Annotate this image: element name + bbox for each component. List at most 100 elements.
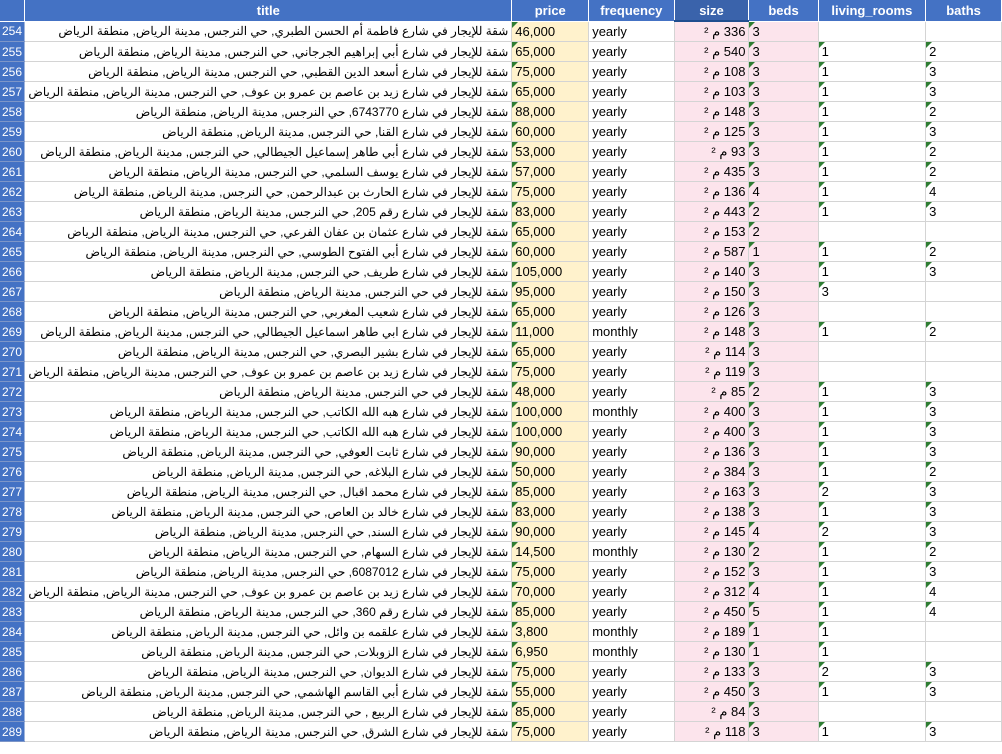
price-cell[interactable]: 53,000: [511, 141, 590, 162]
frequency-cell[interactable]: yearly: [588, 501, 675, 522]
frequency-cell[interactable]: yearly: [588, 301, 675, 322]
living-rooms-cell[interactable]: 2: [818, 661, 927, 682]
row-number-cell[interactable]: 267: [0, 281, 26, 302]
title-cell[interactable]: شقة للإيجار في شارع 6087012, حي النرجس, …: [24, 561, 513, 582]
beds-cell[interactable]: 3: [748, 161, 819, 182]
price-cell[interactable]: 65,000: [511, 301, 590, 322]
beds-cell[interactable]: 3: [748, 561, 819, 582]
baths-cell[interactable]: 3: [925, 661, 1002, 682]
size-cell[interactable]: 108 م ²: [674, 61, 750, 82]
price-cell[interactable]: 48,000: [511, 381, 590, 402]
price-cell[interactable]: 83,000: [511, 501, 590, 522]
baths-cell[interactable]: 3: [925, 681, 1002, 702]
beds-cell[interactable]: 1: [748, 641, 819, 662]
beds-cell[interactable]: 3: [748, 141, 819, 162]
title-cell[interactable]: شقة للإيجار في شارع بشير البصري, حي النر…: [24, 341, 513, 362]
size-cell[interactable]: 118 م ²: [674, 721, 750, 742]
beds-cell[interactable]: 3: [748, 481, 819, 502]
living-rooms-cell[interactable]: [818, 21, 927, 42]
row-number-cell[interactable]: 282: [0, 581, 26, 602]
price-cell[interactable]: 88,000: [511, 101, 590, 122]
beds-cell[interactable]: 1: [748, 621, 819, 642]
title-cell[interactable]: شقة للإيجار في شارع هبه الله الكاتب, حي …: [24, 421, 513, 442]
size-cell[interactable]: 148 م ²: [674, 321, 750, 342]
living-rooms-cell[interactable]: 1: [818, 61, 927, 82]
baths-cell[interactable]: [925, 621, 1002, 642]
price-cell[interactable]: 65,000: [511, 341, 590, 362]
living-rooms-cell[interactable]: 1: [818, 121, 927, 142]
size-cell[interactable]: 140 م ²: [674, 261, 750, 282]
beds-cell[interactable]: 3: [748, 341, 819, 362]
baths-cell[interactable]: [925, 221, 1002, 242]
beds-cell[interactable]: 1: [748, 241, 819, 262]
title-cell[interactable]: شقة للإيجار في حي النرجس, مدينة الرياض, …: [24, 281, 513, 302]
column-header-living-rooms[interactable]: living_rooms: [818, 0, 927, 22]
row-number-cell[interactable]: 287: [0, 681, 26, 702]
row-number-cell[interactable]: 260: [0, 141, 26, 162]
column-header-baths[interactable]: baths: [925, 0, 1002, 22]
row-number-cell[interactable]: 265: [0, 241, 26, 262]
row-number-cell[interactable]: 269: [0, 321, 26, 342]
beds-cell[interactable]: 4: [748, 521, 819, 542]
row-number-cell[interactable]: 284: [0, 621, 26, 642]
size-cell[interactable]: 136 م ²: [674, 441, 750, 462]
living-rooms-cell[interactable]: 1: [818, 541, 927, 562]
size-cell[interactable]: 450 م ²: [674, 681, 750, 702]
price-cell[interactable]: 90,000: [511, 521, 590, 542]
title-cell[interactable]: شقة للإيجار في شارع أبي طاهر إسماعيل الج…: [24, 141, 513, 162]
price-cell[interactable]: 75,000: [511, 561, 590, 582]
baths-cell[interactable]: [925, 361, 1002, 382]
price-cell[interactable]: 75,000: [511, 181, 590, 202]
living-rooms-cell[interactable]: 1: [818, 81, 927, 102]
baths-cell[interactable]: 3: [925, 381, 1002, 402]
price-cell[interactable]: 85,000: [511, 601, 590, 622]
row-number-cell[interactable]: 275: [0, 441, 26, 462]
row-number-cell[interactable]: 257: [0, 81, 26, 102]
price-cell[interactable]: 95,000: [511, 281, 590, 302]
frequency-cell[interactable]: yearly: [588, 81, 675, 102]
title-cell[interactable]: شقة للإيجار في حي النرجس, مدينة الرياض, …: [24, 381, 513, 402]
beds-cell[interactable]: 3: [748, 401, 819, 422]
living-rooms-cell[interactable]: 1: [818, 721, 927, 742]
size-cell[interactable]: 84 م ²: [674, 701, 750, 722]
size-cell[interactable]: 145 م ²: [674, 521, 750, 542]
living-rooms-cell[interactable]: 1: [818, 681, 927, 702]
title-cell[interactable]: شقة للإيجار في شارع زيد بن عاصم بن عمرو …: [24, 581, 513, 602]
frequency-cell[interactable]: yearly: [588, 701, 675, 722]
baths-cell[interactable]: 2: [925, 41, 1002, 62]
size-cell[interactable]: 587 م ²: [674, 241, 750, 262]
size-cell[interactable]: 312 م ²: [674, 581, 750, 602]
living-rooms-cell[interactable]: 1: [818, 161, 927, 182]
title-cell[interactable]: شقة للإيجار في شارع طريف, حي النرجس, مدي…: [24, 261, 513, 282]
row-number-cell[interactable]: 277: [0, 481, 26, 502]
title-cell[interactable]: شقة للإيجار في شارع البلاغه, حي النرجس, …: [24, 461, 513, 482]
price-cell[interactable]: 50,000: [511, 461, 590, 482]
frequency-cell[interactable]: monthly: [588, 321, 675, 342]
size-cell[interactable]: 384 م ²: [674, 461, 750, 482]
baths-cell[interactable]: 3: [925, 401, 1002, 422]
beds-cell[interactable]: 3: [748, 41, 819, 62]
size-cell[interactable]: 435 م ²: [674, 161, 750, 182]
frequency-cell[interactable]: yearly: [588, 461, 675, 482]
living-rooms-cell[interactable]: 1: [818, 141, 927, 162]
frequency-cell[interactable]: yearly: [588, 201, 675, 222]
frequency-cell[interactable]: yearly: [588, 581, 675, 602]
frequency-cell[interactable]: yearly: [588, 681, 675, 702]
title-cell[interactable]: شقة للإيجار في شارع عثمان بن عفان الفرعي…: [24, 221, 513, 242]
title-cell[interactable]: شقة للإيجار في شارع الربيع , حي النرجس, …: [24, 701, 513, 722]
price-cell[interactable]: 85,000: [511, 481, 590, 502]
beds-cell[interactable]: 4: [748, 581, 819, 602]
title-cell[interactable]: شقة للإيجار في شارع القنا, حي النرجس, مد…: [24, 121, 513, 142]
size-cell[interactable]: 125 م ²: [674, 121, 750, 142]
living-rooms-cell[interactable]: 1: [818, 641, 927, 662]
size-cell[interactable]: 138 م ²: [674, 501, 750, 522]
price-cell[interactable]: 105,000: [511, 261, 590, 282]
frequency-cell[interactable]: yearly: [588, 381, 675, 402]
row-number-cell[interactable]: 276: [0, 461, 26, 482]
beds-cell[interactable]: 2: [748, 541, 819, 562]
living-rooms-cell[interactable]: 3: [818, 281, 927, 302]
frequency-cell[interactable]: yearly: [588, 561, 675, 582]
baths-cell[interactable]: 2: [925, 101, 1002, 122]
title-cell[interactable]: شقة للإيجار في شارع هبه الله الكاتب, حي …: [24, 401, 513, 422]
size-cell[interactable]: 93 م ²: [674, 141, 750, 162]
